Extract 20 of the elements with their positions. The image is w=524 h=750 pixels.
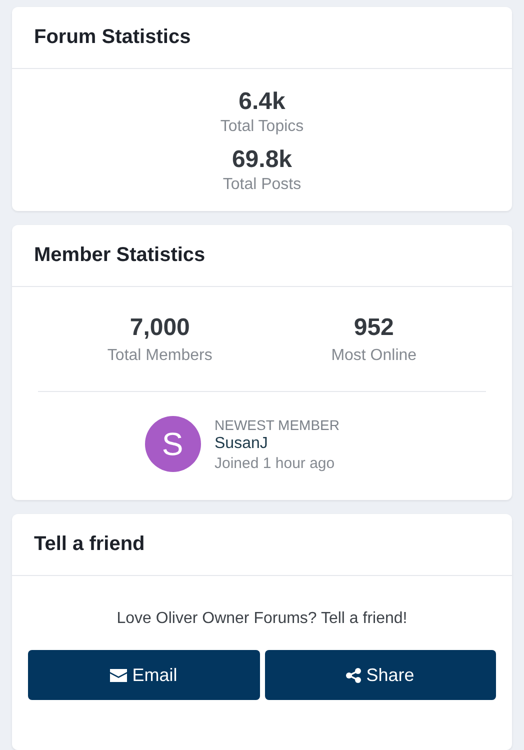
stat-value: 952 — [354, 313, 394, 343]
stat-value: 69.8k — [232, 145, 292, 175]
card-title: Forum Statistics — [34, 26, 191, 49]
joined-time: Joined 1 hour ago — [214, 454, 336, 472]
share-button[interactable]: Share — [264, 650, 496, 700]
card-title: Member Statistics — [34, 244, 206, 267]
envelope-icon — [110, 668, 128, 682]
newest-member-heading: NEWEST MEMBER — [214, 416, 340, 432]
card-title: Tell a friend — [34, 533, 145, 556]
share-icon — [346, 668, 362, 682]
invite-message: Love Oliver Owner Forums? Tell a friend! — [116, 610, 408, 628]
stat-label: Total Posts — [222, 175, 302, 195]
stat-label: Total Members — [107, 346, 212, 366]
stat-label: Total Topics — [220, 117, 304, 137]
stat-label: Most Online — [331, 346, 417, 366]
stat-value: 6.4k — [238, 87, 286, 117]
stat-value: 7,000 — [130, 313, 190, 343]
avatar[interactable]: S — [144, 416, 200, 472]
member-name-link[interactable]: SusanJ — [214, 434, 340, 452]
email-button[interactable]: Email — [28, 650, 260, 700]
